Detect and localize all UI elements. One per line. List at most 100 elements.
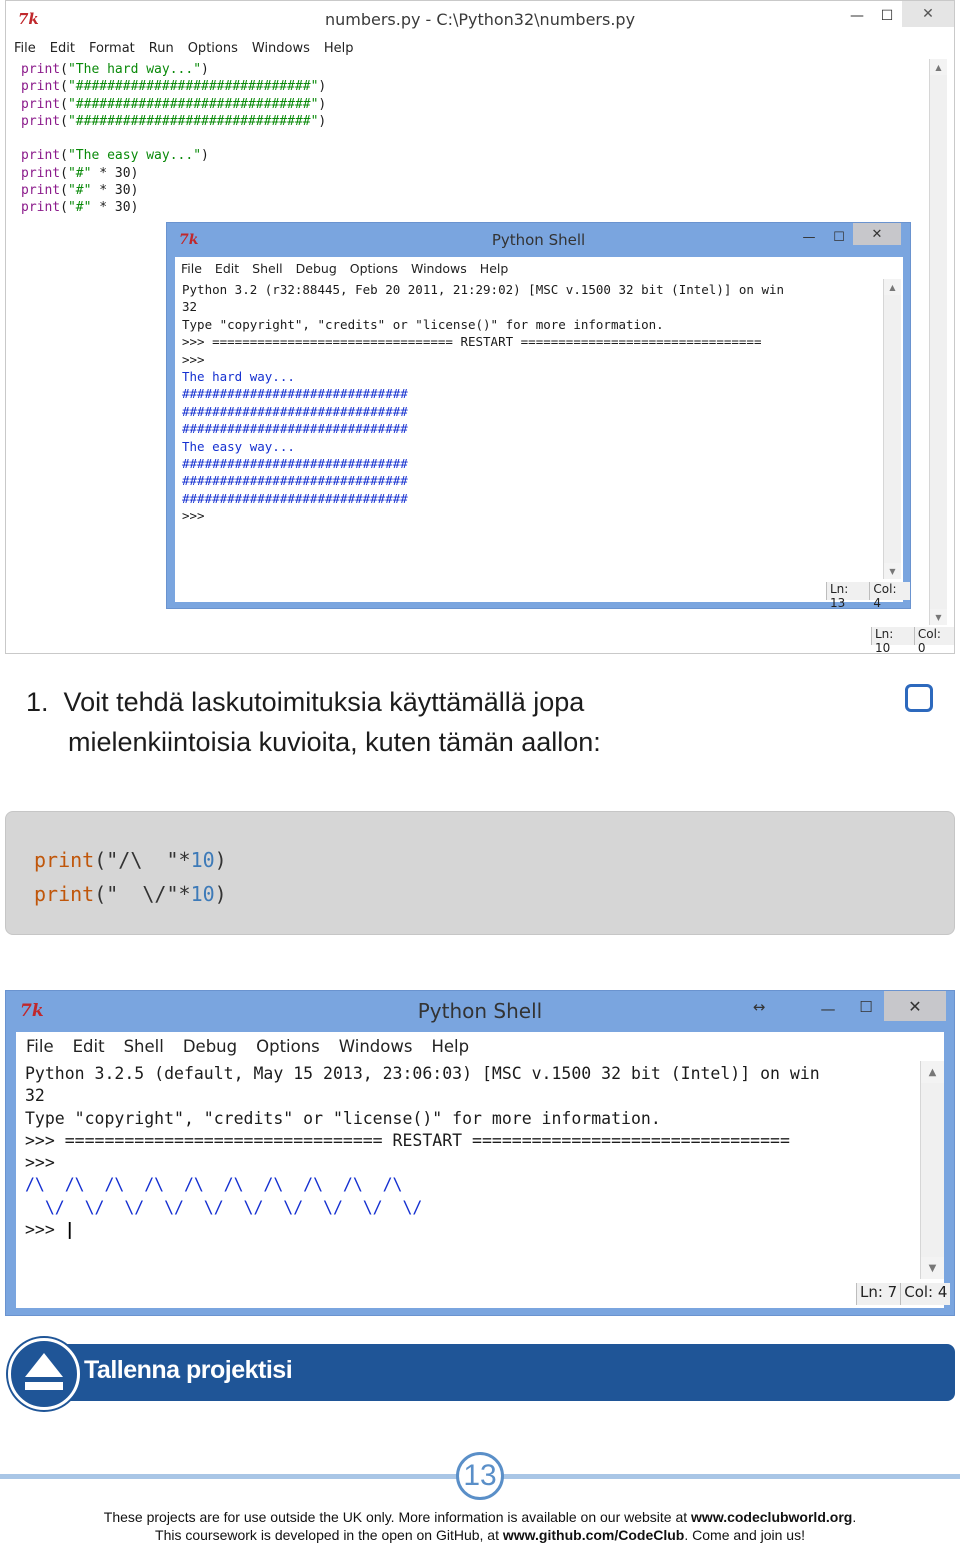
menu-item-format[interactable]: Format [89,41,135,56]
shell2-statusbar: Ln: 7 Col: 4 [856,1283,951,1305]
shell-restart-line: >>> ================================ RES… [25,1130,790,1150]
scroll-up-icon[interactable]: ▲ [930,59,947,75]
code-string: "#" [67,165,92,181]
menu-item-file[interactable]: File [181,261,202,276]
menu-item-shell[interactable]: Shell [252,261,283,276]
menu-item-file[interactable]: File [26,1037,54,1056]
editor-status-ln: Ln: 10 [871,627,914,655]
step-line-2: mielenkiintoisia kuvioita, kuten tämän a… [68,727,601,757]
footer-link-codeclubworld[interactable]: www.codeclubworld.org [691,1509,852,1525]
code-string: "#" [67,200,92,216]
code-block: print("/\ "*10) print(" \/"*10) [5,811,955,935]
maximize-icon[interactable]: ☐ [874,1,900,31]
code-line: print("##############################") [21,78,931,95]
scroll-up-icon[interactable]: ▲ [921,1061,944,1083]
editor-statusbar: Ln: 10 Col: 0 [871,627,954,655]
editor-title: numbers.py - C:\Python32\numbers.py [324,9,636,29]
shell-prompt: >>> [182,507,876,524]
shell1-status-ln: Ln: 13 [826,582,869,610]
shell-prompt-text: >>> [25,1220,65,1240]
code-string: "##############################" [67,96,319,112]
menu-item-windows[interactable]: Windows [252,41,310,56]
shell2-output-area[interactable]: Python 3.2.5 (default, May 15 2013, 23:0… [18,1061,918,1279]
menu-item-options[interactable]: Options [256,1037,320,1056]
code-punct: ( [60,113,68,129]
shell-prompt: >>> | [25,1219,911,1241]
code-keyword: print [21,148,61,164]
menu-item-windows[interactable]: Windows [411,261,467,276]
shell-output-line: \/ \/ \/ \/ \/ \/ \/ \/ \/ \/ [25,1197,423,1217]
close-icon[interactable]: ✕ [902,1,954,27]
step-checkbox[interactable] [905,684,933,712]
shell1-statusbar: Ln: 13 Col: 4 [826,582,910,610]
code-punct: ) [201,62,209,77]
shell2-status-col: Col: 4 [900,1283,950,1305]
close-icon[interactable]: ✕ [853,223,901,245]
code-punct: ( [60,165,68,181]
menu-item-help[interactable]: Help [324,41,354,56]
scroll-down-icon[interactable]: ▼ [921,1257,944,1279]
footer-link-github[interactable]: www.github.com/CodeClub [503,1527,684,1543]
code-keyword: print [21,165,61,181]
code-keyword: print [21,183,61,199]
step-instruction: 1. Voit tehdä laskutoimituksia käyttämäl… [26,682,601,762]
menu-item-debug[interactable]: Debug [296,261,337,276]
shell2-title: Python Shell [417,999,543,1023]
code-string: "##############################" [67,113,319,129]
shell-prompt-text: >>> [182,508,205,524]
shell-header-line: Type "copyright", "credits" or "license(… [25,1108,661,1128]
menu-item-help[interactable]: Help [431,1037,469,1056]
close-icon[interactable]: ✕ [884,991,946,1021]
minimize-icon[interactable]: — [844,1,870,31]
code-punct: ( [60,200,68,216]
shell-prompt: >>> [25,1153,55,1173]
shell1-title: Python Shell [491,231,586,249]
step-line-1: Voit tehdä laskutoimituksia käyttämällä … [63,687,585,717]
menu-item-shell[interactable]: Shell [124,1037,164,1056]
shell-output-line: ############################## [182,473,408,489]
shell-prompt: >>> [182,351,205,367]
menu-item-edit[interactable]: Edit [215,261,239,276]
code-keyword: print [21,113,61,129]
maximize-icon[interactable]: ☐ [852,991,880,1023]
editor-menubar: File Edit Format Run Options Windows Help [14,37,368,59]
shell-output-line: /\ /\ /\ /\ /\ /\ /\ /\ /\ /\ [25,1175,423,1195]
code-punct: ) [318,96,327,112]
code-punct: ) [318,79,327,95]
menu-item-file[interactable]: File [14,41,36,56]
scroll-down-icon[interactable]: ▼ [930,609,947,625]
shell1-scrollbar[interactable]: ▲ ▼ [883,279,901,579]
maximize-icon[interactable]: ☐ [827,223,851,251]
code-keyword: print [21,79,61,95]
shell-restart-line: >>> ================================ RES… [182,334,762,350]
menu-item-windows[interactable]: Windows [339,1037,413,1056]
menu-item-options[interactable]: Options [350,261,398,276]
code-line: print("#" * 30) [21,199,931,216]
minimize-icon[interactable]: — [814,991,842,1027]
code-line-2: print(" \/"*10) [34,882,227,906]
resize-arrows-icon[interactable]: ↔ [746,991,772,1023]
scroll-down-icon[interactable]: ▼ [884,563,901,579]
code-line: print("#" * 30) [21,182,931,199]
shell1-output-area[interactable]: Python 3.2 (r32:88445, Feb 20 2011, 21:2… [177,279,881,579]
scroll-up-icon[interactable]: ▲ [884,279,901,295]
menu-item-options[interactable]: Options [188,41,238,56]
code-punct: * 30) [91,183,139,199]
shell-output-line: The easy way... [182,438,295,454]
shell2-scrollbar[interactable]: ▲ ▼ [920,1061,944,1279]
menu-item-edit[interactable]: Edit [73,1037,105,1056]
shell1-status-col: Col: 4 [869,582,910,610]
shell-output-line: ############################## [182,386,408,402]
menu-item-help[interactable]: Help [480,261,509,276]
shell2-status-ln: Ln: 7 [856,1283,900,1305]
menu-item-debug[interactable]: Debug [183,1037,237,1056]
menu-item-edit[interactable]: Edit [50,41,75,56]
shell-output-line: ############################## [182,490,408,506]
minimize-icon[interactable]: — [797,223,821,251]
menu-item-run[interactable]: Run [149,41,174,56]
editor-titlebar: numbers.py - C:\Python32\numbers.py [6,1,954,37]
editor-scrollbar[interactable]: ▲ ▼ [929,59,947,625]
code-line: print("The easy way...") [21,147,931,164]
code-keyword: print [21,200,61,216]
save-circle [8,1338,80,1410]
